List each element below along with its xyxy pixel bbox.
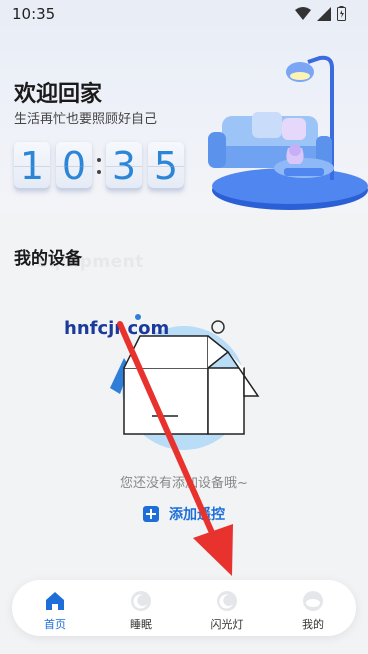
nav-item-flashlight[interactable]: 闪光灯 bbox=[184, 580, 270, 636]
nav-item-sleep[interactable]: 睡眠 bbox=[98, 580, 184, 636]
nav-label-flashlight: 闪光灯 bbox=[210, 618, 244, 631]
clock-digit: 3 bbox=[106, 142, 142, 190]
flash-icon bbox=[217, 591, 237, 611]
add-remote-button[interactable]: 添加遥控 bbox=[143, 504, 225, 524]
add-remote-label: 添加遥控 bbox=[169, 507, 225, 523]
nav-label-home: 首页 bbox=[44, 618, 66, 631]
status-bar: 10:35 bbox=[0, 0, 368, 28]
nav-item-profile[interactable]: 我的 bbox=[270, 580, 356, 636]
watermark-text: hnfcjr.com bbox=[64, 318, 170, 339]
home-icon bbox=[46, 592, 64, 610]
bottom-nav: 首页 睡眠 闪光灯 我的 bbox=[12, 580, 356, 636]
welcome-title: 欢迎回家 bbox=[14, 82, 103, 107]
status-icons bbox=[295, 6, 346, 21]
sofa-illustration bbox=[208, 55, 368, 210]
status-time: 10:35 bbox=[12, 5, 56, 23]
wifi-icon bbox=[295, 6, 311, 20]
signal-icon bbox=[317, 6, 331, 21]
clock-digit: 1 bbox=[14, 142, 50, 190]
battery-icon bbox=[337, 6, 346, 21]
clock-digit: 5 bbox=[148, 142, 184, 190]
clock-colon bbox=[92, 142, 106, 190]
add-icon bbox=[143, 506, 159, 522]
nav-label-sleep: 睡眠 bbox=[130, 618, 152, 631]
nav-label-profile: 我的 bbox=[302, 618, 324, 631]
welcome-subtitle: 生活再忙也要照顾好自己 bbox=[14, 112, 158, 127]
moon-icon bbox=[131, 591, 151, 611]
my-devices-title: 我的设备 bbox=[14, 249, 82, 269]
header-area: 10:35 欢迎回家 生活再忙也要照顾好自己 1 0 3 5 bbox=[0, 0, 368, 212]
profile-icon bbox=[303, 591, 323, 611]
nav-item-home[interactable]: 首页 bbox=[12, 580, 98, 636]
empty-devices-text: 您还没有添加设备哦~ bbox=[120, 476, 248, 491]
flip-clock: 1 0 3 5 bbox=[14, 142, 184, 190]
clock-digit: 0 bbox=[56, 142, 92, 190]
